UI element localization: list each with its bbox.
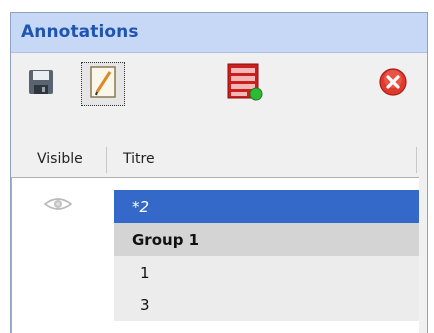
column-header-visible[interactable]: Visible <box>37 151 83 167</box>
edit-button[interactable] <box>81 62 125 106</box>
list-item-title: 3 <box>114 288 419 321</box>
column-header: Visible Titre <box>11 143 427 175</box>
group-title: Group 1 <box>114 223 419 256</box>
add-layer-button[interactable] <box>223 62 267 106</box>
pencil-edit-icon <box>88 65 118 103</box>
visibility-toggle[interactable] <box>38 196 78 216</box>
layer-list-add-icon <box>226 62 264 106</box>
floppy-disk-icon <box>27 68 55 100</box>
close-circle-icon <box>378 67 408 101</box>
eye-icon <box>43 196 73 216</box>
panel-title: Annotations <box>21 22 139 42</box>
panel-title-bar: Annotations <box>11 13 427 53</box>
list-item[interactable]: 1 <box>12 256 419 289</box>
list-item[interactable]: 3 <box>12 288 419 321</box>
close-button[interactable] <box>371 62 415 106</box>
column-separator[interactable] <box>106 147 107 173</box>
column-header-titre[interactable]: Titre <box>123 151 155 167</box>
list-item-selected[interactable]: *2 <box>12 190 419 223</box>
annotations-toolbar <box>11 54 427 112</box>
annotations-panel: Annotations Visible Titre *2 Group 1 1 3 <box>10 12 428 333</box>
column-separator[interactable] <box>416 147 417 173</box>
save-button[interactable] <box>19 62 63 106</box>
list-item-title: *2 <box>114 190 419 223</box>
annotation-list: *2 Group 1 1 3 <box>11 177 419 333</box>
list-item-title: 1 <box>114 256 419 289</box>
group-row[interactable]: Group 1 <box>12 223 419 256</box>
